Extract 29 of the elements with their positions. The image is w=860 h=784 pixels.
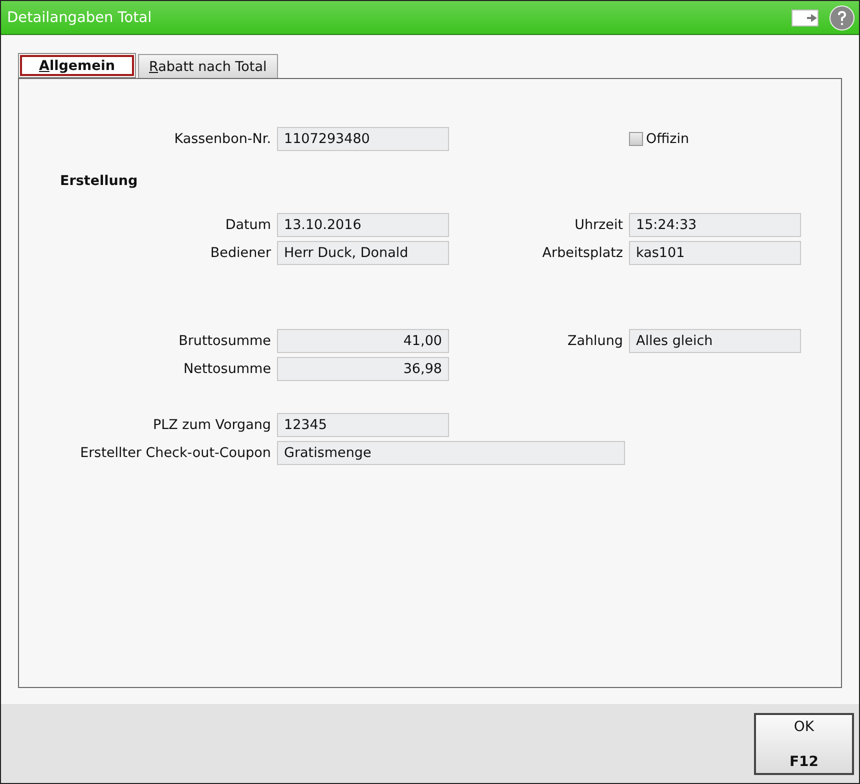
tab[interactable]: Rabatt nach Total: [138, 54, 278, 78]
field-label: Nettosumme: [182, 361, 271, 377]
field-label: Arbeitsplatz: [541, 245, 623, 261]
input-field[interactable]: kas101: [629, 241, 801, 265]
field-label: Bediener: [209, 245, 271, 261]
field-label: Kassenbon-Nr.: [173, 131, 271, 147]
section-heading: Erstellung: [60, 173, 139, 191]
input-field[interactable]: 41,00: [277, 329, 449, 353]
field-label: Zahlung: [566, 333, 623, 349]
tab[interactable]: Allgemein: [18, 53, 136, 78]
field-label: Bruttosumme: [178, 333, 271, 349]
field-label: Uhrzeit: [574, 217, 623, 233]
input-field[interactable]: Gratismenge: [277, 441, 625, 465]
help-icon[interactable]: [829, 4, 855, 30]
window-title: Detailangaben Total: [7, 10, 153, 26]
input-field[interactable]: 1107293480: [277, 127, 449, 151]
input-field[interactable]: 12345: [277, 413, 449, 437]
input-field[interactable]: 13.10.2016: [277, 213, 449, 237]
checkbox-label: Offizin: [646, 131, 690, 147]
field-label: Erstellter Check-out-Coupon: [79, 445, 271, 461]
ok-button[interactable]: OK F12: [754, 712, 854, 774]
window-icon[interactable]: [791, 8, 821, 28]
field-label: PLZ zum Vorgang: [152, 417, 271, 433]
input-field[interactable]: 15:24:33: [629, 213, 801, 237]
input-field[interactable]: 36,98: [277, 357, 449, 381]
input-field[interactable]: Alles gleich: [629, 329, 801, 353]
field-label: Datum: [224, 217, 271, 233]
input-field[interactable]: Herr Duck, Donald: [277, 241, 449, 265]
checkbox[interactable]: [629, 132, 643, 146]
